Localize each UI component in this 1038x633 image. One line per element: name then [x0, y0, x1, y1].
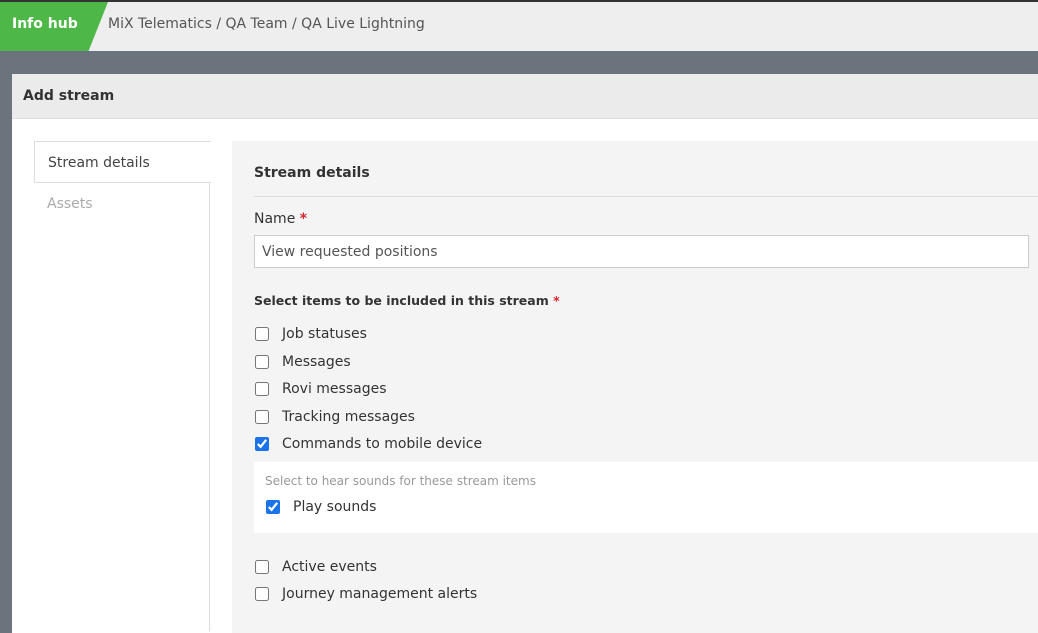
- sounds-box: Select to hear sounds for these stream i…: [254, 462, 1038, 533]
- messages-checkbox[interactable]: [255, 355, 269, 369]
- tracking-messages-checkbox[interactable]: [255, 410, 269, 424]
- item-job-statuses[interactable]: Job statuses: [254, 324, 367, 344]
- item-commands-to-mobile-device[interactable]: Commands to mobile device: [254, 434, 482, 454]
- sidenav-item-assets: Assets: [47, 196, 93, 212]
- item-journey-management-alerts[interactable]: Journey management alerts: [254, 584, 477, 604]
- sidenav-item-stream-details[interactable]: Stream details: [34, 141, 211, 183]
- sounds-hint: Select to hear sounds for these stream i…: [265, 474, 536, 488]
- play-sounds-checkbox[interactable]: [266, 500, 280, 514]
- breadcrumb: MiX Telematics / QA Team / QA Live Light…: [108, 16, 425, 32]
- add-stream-panel: Add stream Stream details Assets Stream …: [12, 74, 1038, 633]
- section-title: Stream details: [254, 165, 370, 181]
- item-active-events[interactable]: Active events: [254, 557, 377, 577]
- rovi-messages-checkbox[interactable]: [255, 382, 269, 396]
- item-rovi-messages[interactable]: Rovi messages: [254, 379, 387, 399]
- section-divider: [254, 196, 1038, 197]
- commands-to-mobile-device-checkbox[interactable]: [255, 437, 269, 451]
- journey-management-alerts-checkbox[interactable]: [255, 587, 269, 601]
- active-events-checkbox[interactable]: [255, 560, 269, 574]
- side-nav: Stream details Assets: [34, 141, 211, 631]
- app-badge[interactable]: Info hub: [0, 2, 108, 51]
- panel-title: Add stream: [12, 74, 1038, 119]
- job-statuses-checkbox[interactable]: [255, 327, 269, 341]
- required-mark: *: [553, 293, 560, 308]
- required-mark: *: [299, 211, 308, 227]
- play-sounds-option[interactable]: Play sounds: [265, 497, 376, 517]
- stream-details-form: Stream details Name * Select items to be…: [232, 141, 1038, 633]
- item-messages[interactable]: Messages: [254, 352, 351, 372]
- item-tracking-messages[interactable]: Tracking messages: [254, 407, 415, 427]
- name-label: Name *: [254, 211, 308, 227]
- items-label: Select items to be included in this stre…: [254, 293, 560, 308]
- top-bar: Info hub MiX Telematics / QA Team / QA L…: [0, 0, 1038, 51]
- name-input[interactable]: [254, 235, 1029, 268]
